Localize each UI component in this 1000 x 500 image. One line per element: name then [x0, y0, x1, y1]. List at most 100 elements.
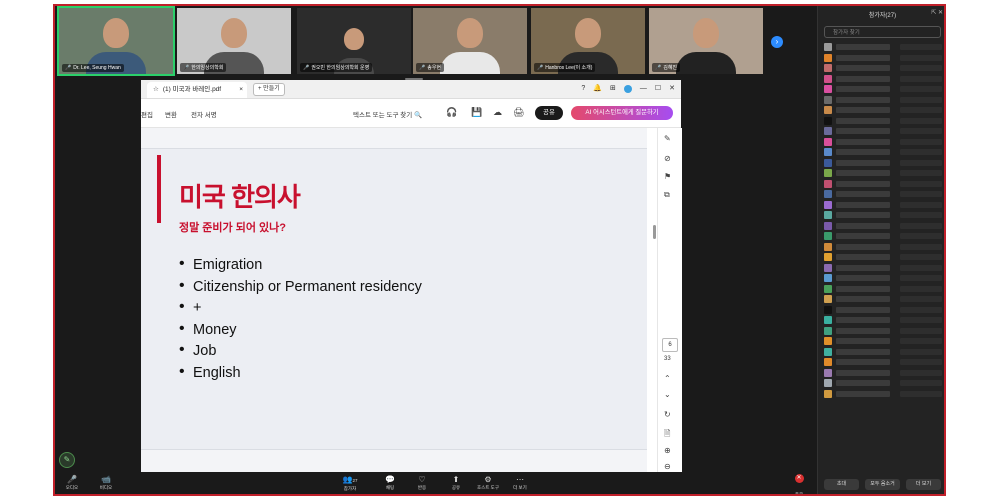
close-icon[interactable]: ✕ [938, 10, 943, 16]
avatar [824, 326, 832, 335]
chat-button[interactable]: 💬 채팅 [375, 474, 405, 491]
participant-search-input[interactable]: 참가자 찾기 [824, 26, 941, 38]
reactions-button[interactable]: ♡ 반응 [407, 474, 437, 491]
blurred-detail [900, 233, 942, 240]
star-icon[interactable]: ☆ [153, 86, 159, 93]
participant-row[interactable] [824, 273, 942, 284]
participant-row[interactable] [824, 263, 942, 274]
participant-row[interactable] [824, 326, 942, 337]
copy-icon[interactable]: ⧉ [664, 190, 670, 200]
zoom-in-icon[interactable]: ⊕ [664, 446, 671, 455]
participant-row[interactable] [824, 294, 942, 305]
participant-row[interactable] [824, 378, 942, 389]
participant-row[interactable] [824, 231, 942, 242]
participant-row[interactable] [824, 357, 942, 368]
scrollbar-thumb[interactable] [653, 225, 656, 239]
close-window-icon[interactable]: ✕ [669, 82, 675, 96]
share-screen-button[interactable]: ⬆ 공유 [441, 474, 471, 491]
close-tab-icon[interactable]: × [239, 82, 243, 98]
chevron-up-icon[interactable]: ⌃ [664, 374, 671, 383]
bookmark-icon[interactable]: ⚑ [664, 172, 671, 181]
participant-row[interactable] [824, 147, 942, 158]
more-options-button[interactable]: ⋯ 더 보기 [505, 474, 535, 491]
end-meeting-button[interactable]: ✕ 종료 [789, 474, 809, 494]
comment-icon[interactable]: ✎ [664, 134, 671, 143]
video-tile[interactable]: 🎤 김혜진 [649, 8, 763, 74]
participant-row[interactable] [824, 305, 942, 316]
participant-row[interactable] [824, 63, 942, 74]
headphones-icon[interactable]: 🎧 [446, 107, 457, 118]
participant-row[interactable] [824, 210, 942, 221]
zoom-out-icon[interactable]: ⊖ [664, 462, 671, 471]
host-tools-button[interactable]: ⚙ 호스트 도구 [473, 474, 503, 491]
popout-icon[interactable]: ⇱ [931, 10, 936, 16]
help-icon[interactable]: ? [581, 82, 585, 96]
participant-row[interactable] [824, 168, 942, 179]
save-icon[interactable]: 💾 [471, 107, 482, 118]
participant-row[interactable] [824, 84, 942, 95]
participant-row[interactable] [824, 74, 942, 85]
invite-button[interactable]: 초대 [824, 479, 859, 490]
participant-face [221, 18, 247, 48]
ai-assistant-button[interactable]: AI 어시스턴트에게 질문하기 [571, 106, 673, 120]
participant-row[interactable] [824, 105, 942, 116]
participant-row[interactable] [824, 116, 942, 127]
tab-pdf[interactable]: ☆ (1) 미국과 바레인.pdf × [147, 82, 247, 98]
share-button[interactable]: 공유 [535, 106, 563, 120]
blurred-name [836, 348, 890, 355]
participant-row[interactable] [824, 347, 942, 358]
chevron-down-icon[interactable]: ⌄ [664, 390, 671, 399]
window-controls: ? 🔔 ⊞ — ☐ ✕ [581, 82, 675, 96]
cloud-upload-icon[interactable]: ☁ [493, 107, 502, 118]
participants-button[interactable]: 👥27 참가자 [335, 474, 365, 492]
audio-button[interactable]: 🎤 오디오 [57, 474, 87, 491]
participant-row[interactable] [824, 221, 942, 232]
next-page-icon[interactable]: › [771, 36, 783, 48]
bell-icon[interactable]: 🔔 [593, 82, 602, 96]
participant-row[interactable] [824, 200, 942, 211]
video-tile[interactable]: 🎤 송우현 [413, 8, 527, 74]
menu-edit[interactable]: 편집 [141, 109, 153, 119]
video-tile[interactable]: 🎤 권오빈 한의임상의학회 운영 [297, 8, 411, 74]
participant-row[interactable] [824, 242, 942, 253]
link-icon[interactable]: ⊘ [664, 154, 671, 163]
participant-row[interactable] [824, 368, 942, 379]
menu-esign[interactable]: 전자 서명 [191, 109, 217, 119]
blurred-name [836, 170, 890, 177]
participant-row[interactable] [824, 252, 942, 263]
mute-all-button[interactable]: 모두 음소거 [865, 479, 900, 490]
participant-row[interactable] [824, 179, 942, 190]
maximize-icon[interactable]: ☐ [655, 82, 661, 96]
blurred-detail [900, 191, 942, 198]
participant-row[interactable] [824, 284, 942, 295]
video-tile[interactable]: 🎤 Hanbros Lee(이 소개) [531, 8, 645, 74]
blurred-name [836, 138, 890, 145]
annotate-pen-icon[interactable]: ✎ [59, 452, 75, 468]
more-button[interactable]: 더 보기 [906, 479, 941, 490]
shield-icon: ⚙ [484, 475, 492, 484]
participant-row[interactable] [824, 42, 942, 53]
blurred-name [836, 107, 890, 114]
participant-row[interactable] [824, 158, 942, 169]
participant-row[interactable] [824, 189, 942, 200]
participant-row[interactable] [824, 95, 942, 106]
participant-row[interactable] [824, 126, 942, 137]
new-tab-button[interactable]: + 만들기 [253, 83, 285, 96]
apps-grid-icon[interactable]: ⊞ [610, 82, 616, 96]
page-number-input[interactable]: 6 [662, 338, 678, 352]
video-tile[interactable]: 🎤 한의임상의학회 [177, 8, 291, 74]
participant-row[interactable] [824, 137, 942, 148]
video-tile[interactable]: 🎤 Dr. Lee, Seung Hwan [57, 6, 175, 76]
video-button[interactable]: 📹 비디오 [91, 474, 121, 491]
menu-convert[interactable]: 변환 [165, 109, 177, 119]
participant-row[interactable] [824, 336, 942, 347]
participant-row[interactable] [824, 389, 942, 400]
find-tools[interactable]: 텍스트 또는 도구 찾기 🔍 [353, 109, 422, 119]
participant-row[interactable] [824, 53, 942, 64]
account-avatar[interactable] [623, 85, 632, 93]
print-icon[interactable]: 🖨 [513, 107, 524, 118]
refresh-icon[interactable]: ↻ [664, 410, 671, 419]
minimize-icon[interactable]: — [640, 82, 647, 96]
file-icon[interactable]: 🗎 [664, 428, 670, 442]
participant-row[interactable] [824, 315, 942, 326]
